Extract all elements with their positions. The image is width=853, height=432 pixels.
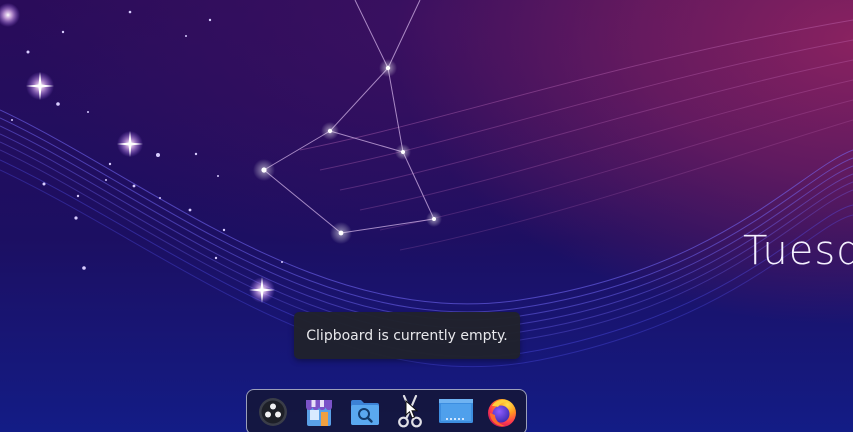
- dock-item-firefox[interactable]: [480, 394, 523, 430]
- dock-item-software-store[interactable]: [298, 394, 341, 430]
- clipboard-tooltip: Clipboard is currently empty.: [294, 312, 520, 359]
- firefox-icon: [487, 399, 516, 427]
- desktop-date-clock: Tuesd: [743, 228, 853, 274]
- dock-item-screenshot[interactable]: [435, 394, 478, 430]
- dock-item-clipboard[interactable]: [389, 394, 432, 430]
- dock-item-file-manager[interactable]: [343, 394, 386, 430]
- desktop-wallpaper: Tuesd Clipboard is currently empty.: [0, 0, 853, 432]
- app-launcher-icon: [259, 398, 288, 426]
- dock: [246, 389, 527, 432]
- file-manager-icon: [350, 400, 379, 425]
- software-store-icon: [306, 400, 332, 426]
- wallpaper-art: [0, 0, 853, 368]
- dock-item-app-launcher[interactable]: [252, 394, 295, 430]
- clipboard-scissors-icon: [398, 395, 423, 428]
- screenshot-tool-icon: [439, 399, 474, 423]
